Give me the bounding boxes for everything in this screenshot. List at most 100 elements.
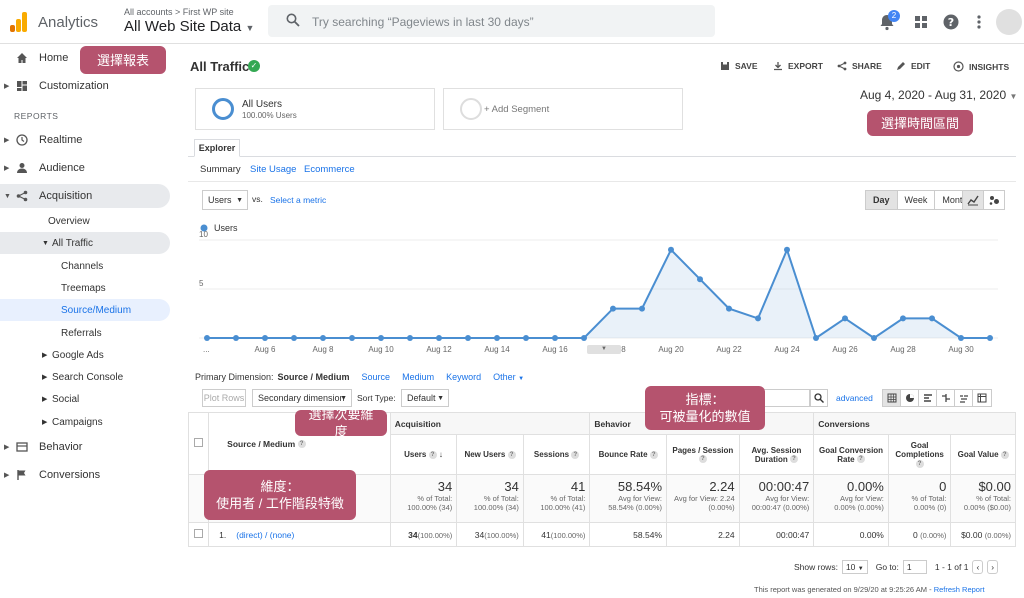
more-vert-icon[interactable] xyxy=(970,13,988,31)
user-avatar[interactable] xyxy=(996,9,1022,35)
dimension-medium[interactable]: Medium xyxy=(402,372,434,382)
sidebar-item-google-ads[interactable]: ▶ Google Ads xyxy=(0,344,170,366)
apps-grid-icon[interactable] xyxy=(912,13,930,31)
data-point[interactable] xyxy=(262,335,268,341)
tab-explorer[interactable]: Explorer xyxy=(194,139,240,157)
comparison-view-button[interactable] xyxy=(937,390,955,406)
data-point[interactable] xyxy=(871,335,877,341)
data-point[interactable] xyxy=(668,246,674,253)
export-button[interactable]: EXPORT xyxy=(773,61,823,71)
sidebar-item-overview[interactable]: Overview xyxy=(0,210,170,232)
col-avg-session-duration[interactable]: Avg. Session Duration ? xyxy=(738,434,815,475)
plot-rows-button[interactable]: Plot Rows xyxy=(202,389,246,407)
sidebar-item-all-traffic[interactable]: ▼ All Traffic xyxy=(0,232,170,254)
line-chart-button[interactable] xyxy=(963,191,984,209)
data-point[interactable] xyxy=(697,276,703,283)
data-table-view-button[interactable] xyxy=(883,390,901,406)
day-button[interactable]: Day xyxy=(866,191,898,209)
prev-page-button[interactable]: ‹ xyxy=(972,560,984,574)
search-box[interactable]: Try searching “Pageviews in last 30 days… xyxy=(268,5,715,37)
data-point[interactable] xyxy=(813,335,819,341)
metric-selector[interactable]: Users ▼ xyxy=(202,190,248,210)
sidebar-item-treemaps[interactable]: Treemaps xyxy=(0,277,170,299)
table-search-button[interactable] xyxy=(810,389,828,407)
subtab-site-usage[interactable]: Site Usage xyxy=(250,164,296,175)
view-selector[interactable]: All Web Site Data ▼ xyxy=(124,18,254,35)
sidebar-item-search-console[interactable]: ▶ Search Console xyxy=(0,366,170,388)
sort-type-dropdown[interactable]: Default ▼ xyxy=(401,389,449,407)
row-dimension-link[interactable]: (direct) / (none) xyxy=(236,530,294,540)
data-point[interactable] xyxy=(494,335,500,341)
col-pages-session[interactable]: Pages / Session ? xyxy=(666,434,740,475)
data-point[interactable] xyxy=(958,335,964,341)
sidebar-item-source-medium[interactable]: Source/Medium xyxy=(0,299,170,321)
data-point[interactable] xyxy=(349,335,355,341)
term-cloud-view-button[interactable] xyxy=(955,390,973,406)
subtab-summary[interactable]: Summary xyxy=(200,164,241,175)
data-point[interactable] xyxy=(465,335,471,341)
data-point[interactable] xyxy=(407,335,413,341)
select-all-checkbox[interactable] xyxy=(194,438,204,447)
data-point[interactable] xyxy=(291,335,297,341)
week-button[interactable]: Week xyxy=(897,191,936,209)
sidebar-item-conversions[interactable]: ▶ Conversions xyxy=(0,463,170,487)
dimension-other[interactable]: Other ▼ xyxy=(493,372,524,382)
sidebar-item-audience[interactable]: ▶ Audience xyxy=(0,156,170,180)
goto-page-input[interactable]: 1 xyxy=(902,560,927,574)
col-users[interactable]: Users ? ↓ xyxy=(389,434,458,475)
advanced-filter-link[interactable]: advanced xyxy=(836,393,873,403)
col-goal-conversion-rate[interactable]: Goal Conversion Rate ? xyxy=(813,434,889,475)
segment-all-users[interactable]: All Users 100.00% Users xyxy=(195,88,435,130)
rows-per-page-select[interactable]: 10 ▼ xyxy=(841,560,868,574)
chart-collapse-handle[interactable]: ▼ xyxy=(587,345,621,354)
data-point[interactable] xyxy=(726,305,732,312)
performance-view-button[interactable] xyxy=(919,390,937,406)
data-point[interactable] xyxy=(755,315,761,322)
data-point[interactable] xyxy=(320,335,326,341)
data-point[interactable] xyxy=(523,335,529,341)
sidebar-item-realtime[interactable]: ▶ Realtime xyxy=(0,128,170,152)
dimension-source[interactable]: Source xyxy=(362,372,391,382)
pivot-view-button[interactable] xyxy=(973,390,991,406)
data-point[interactable] xyxy=(639,305,645,312)
data-point[interactable] xyxy=(929,315,935,322)
select-metric-link[interactable]: Select a metric xyxy=(270,195,326,205)
subtab-ecommerce[interactable]: Ecommerce xyxy=(304,164,355,175)
refresh-report-link[interactable]: Refresh Report xyxy=(934,585,985,594)
sidebar-item-campaigns[interactable]: ▶ Campaigns xyxy=(0,411,170,433)
data-point[interactable] xyxy=(900,315,906,322)
share-button[interactable]: SHARE xyxy=(837,61,882,71)
data-point[interactable] xyxy=(610,305,616,312)
edit-button[interactable]: EDIT xyxy=(896,61,930,71)
save-button[interactable]: SAVE xyxy=(720,61,758,71)
data-point[interactable] xyxy=(987,335,993,341)
sidebar-item-social[interactable]: ▶ Social xyxy=(0,388,170,410)
dimension-keyword[interactable]: Keyword xyxy=(446,372,481,382)
next-page-button[interactable]: › xyxy=(987,560,999,574)
row-checkbox[interactable] xyxy=(194,529,204,538)
col-goal-value[interactable]: Goal Value ? xyxy=(950,434,1016,475)
sidebar-item-channels[interactable]: Channels xyxy=(0,255,170,277)
data-point[interactable] xyxy=(581,335,587,341)
data-point[interactable] xyxy=(842,315,848,322)
sidebar-item-behavior[interactable]: ▶ Behavior xyxy=(0,435,170,459)
analytics-logo-icon[interactable] xyxy=(10,12,28,32)
motion-chart-button[interactable] xyxy=(984,191,1004,209)
col-goal-completions[interactable]: Goal Completions ? xyxy=(887,434,952,475)
data-point[interactable] xyxy=(436,335,442,341)
sidebar-item-referrals[interactable]: Referrals xyxy=(0,322,170,344)
col-sessions[interactable]: Sessions ? xyxy=(522,434,591,475)
pie-view-button[interactable] xyxy=(901,390,919,406)
secondary-dimension-dropdown[interactable]: Secondary dimension ▼ xyxy=(252,389,352,407)
col-new-users[interactable]: New Users ? xyxy=(456,434,524,475)
col-bounce-rate[interactable]: Bounce Rate ? xyxy=(589,434,668,475)
data-point[interactable] xyxy=(378,335,384,341)
help-icon[interactable]: ? xyxy=(942,13,960,31)
data-point[interactable] xyxy=(552,335,558,341)
sidebar-item-acquisition[interactable]: ▼ Acquisition xyxy=(0,184,170,208)
data-point[interactable] xyxy=(784,246,790,253)
date-range-picker[interactable]: Aug 4, 2020 - Aug 31, 2020 ▼ xyxy=(860,88,1017,102)
add-segment-button[interactable]: + Add Segment xyxy=(443,88,683,130)
sidebar-item-customization[interactable]: ▶ Customization xyxy=(0,74,170,98)
dimension-source-medium[interactable]: Source / Medium xyxy=(278,372,350,382)
